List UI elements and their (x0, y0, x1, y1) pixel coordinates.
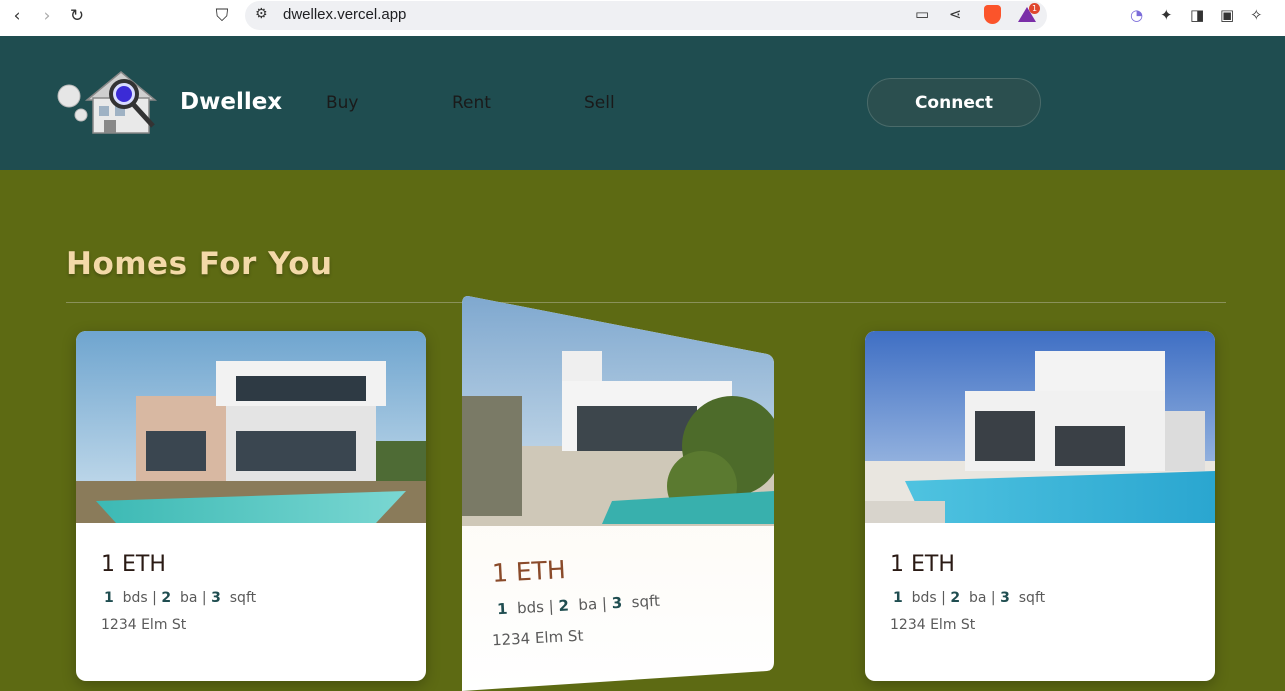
beds-label: bds (911, 590, 937, 606)
baths-label: ba (180, 590, 198, 606)
nav-rent[interactable]: Rent (452, 93, 491, 113)
section-title: Homes For You (66, 246, 333, 282)
connect-button[interactable]: Connect (867, 78, 1041, 127)
back-icon[interactable]: ‹ (6, 6, 28, 26)
reload-icon[interactable]: ↻ (66, 6, 88, 26)
baths-label: ba (577, 595, 598, 614)
address-bar[interactable]: ⚙ dwellex.vercel.app ▭ ⋖ (245, 1, 1047, 30)
listing-price: 1 ETH (101, 552, 166, 577)
baths-label: ba (969, 590, 987, 606)
brave-shields-icon[interactable] (984, 5, 1001, 24)
listing-card[interactable]: 1 ETH 1 bds | 2 ba | 3 sqft 1234 Elm St (865, 331, 1215, 681)
sidebar-icon[interactable]: ◨ (1190, 6, 1204, 24)
leo-ai-icon[interactable]: ✧ (1250, 6, 1263, 24)
sqft-label: sqft (229, 590, 257, 606)
listing-card[interactable]: 1 ETH 1 bds | 2 ba | 3 sqft 1234 Elm St (76, 331, 426, 681)
forward-icon[interactable]: › (36, 6, 58, 26)
bookmark-icon[interactable]: ⛉ (211, 6, 233, 26)
beds-label: bds (122, 590, 148, 606)
sqft-count: 3 (611, 593, 623, 613)
listing-details: 1 bds | 2 ba | 3 sqft (104, 590, 257, 606)
sqft-label: sqft (1018, 590, 1046, 606)
nav-sell[interactable]: Sell (584, 93, 615, 113)
listing-price: 1 ETH (890, 552, 955, 577)
house-search-logo-icon[interactable] (55, 70, 160, 136)
listing-address: 1234 Elm St (890, 617, 976, 633)
listing-photo (76, 331, 426, 523)
listing-details: 1 bds | 2 ba | 3 sqft (893, 590, 1046, 606)
listing-address: 1234 Elm St (101, 617, 187, 633)
site-header: Dwellex Buy Rent Sell Connect (0, 36, 1285, 170)
brand-name[interactable]: Dwellex (180, 89, 282, 115)
install-app-icon[interactable]: ▭ (915, 5, 929, 23)
listing-price: 1 ETH (491, 555, 567, 588)
url-text[interactable]: dwellex.vercel.app (283, 6, 406, 23)
sqft-count: 3 (211, 590, 221, 606)
sqft-count: 3 (1000, 590, 1010, 606)
site-info-icon[interactable]: ⚙ (255, 6, 268, 22)
sqft-label: sqft (631, 591, 661, 612)
share-icon[interactable]: ⋖ (949, 5, 962, 23)
baths-count: 2 (161, 590, 172, 606)
wallet-icon[interactable]: ▣ (1220, 6, 1234, 24)
beds-label: bds (516, 597, 545, 618)
extensions-puzzle-icon[interactable]: ✦ (1160, 6, 1173, 24)
rewards-badge: 1 (1029, 3, 1040, 14)
listing-photo (865, 331, 1215, 523)
beds-count: 1 (104, 590, 114, 606)
extension-icon[interactable]: ◔ (1130, 6, 1143, 24)
listing-card-featured[interactable]: 1 ETH 1 bds | 2 ba | 3 sqft 1234 Elm St (462, 296, 774, 691)
baths-count: 2 (557, 596, 570, 616)
beds-count: 1 (496, 599, 509, 619)
browser-toolbar: ‹ › ↻ ⛉ ⚙ dwellex.vercel.app ▭ ⋖ 1 ◔ ✦ ◨… (0, 0, 1285, 36)
baths-count: 2 (950, 590, 961, 606)
beds-count: 1 (893, 590, 903, 606)
nav-buy[interactable]: Buy (326, 93, 359, 113)
